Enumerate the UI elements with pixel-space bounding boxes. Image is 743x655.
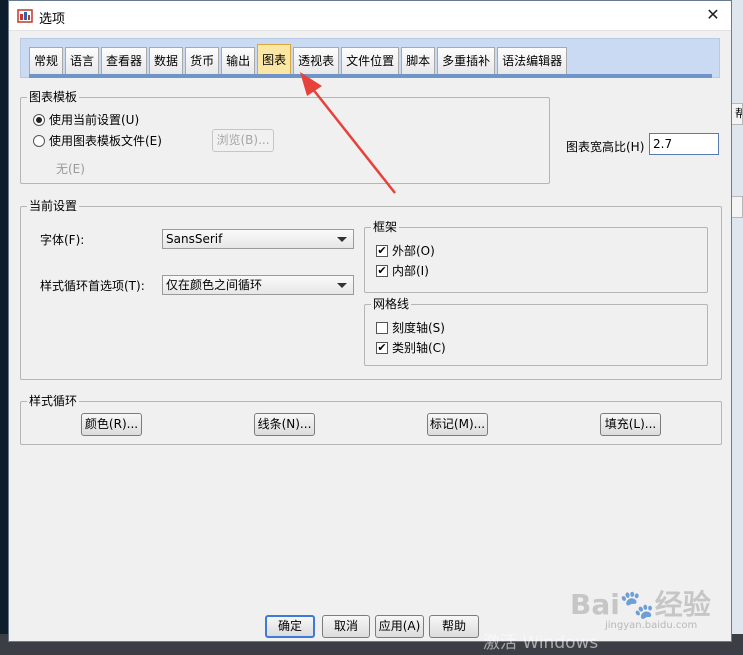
close-icon: ✕ bbox=[706, 5, 720, 24]
checkbox-empty-indicator bbox=[376, 321, 388, 334]
close-button[interactable]: ✕ bbox=[695, 1, 731, 31]
frame-group-label: 框架 bbox=[371, 220, 400, 234]
chevron-down-icon bbox=[337, 283, 347, 288]
lines-button[interactable]: 线条(N)... bbox=[254, 413, 315, 436]
tab-2[interactable]: 查看器 bbox=[101, 47, 148, 74]
frame-outer-checkbox[interactable]: ✔ 外部(O) bbox=[376, 242, 435, 259]
gridlines-group-label: 网格线 bbox=[371, 297, 412, 311]
checkmark-icon: ✔ bbox=[376, 340, 388, 354]
tab-7[interactable]: 透视表 bbox=[293, 47, 340, 74]
activate-windows-watermark: 激活 Windows bbox=[483, 633, 599, 653]
scale-axis-checkbox[interactable]: 刻度轴(S) bbox=[376, 319, 445, 336]
baidu-text: Bai bbox=[570, 588, 620, 621]
colors-button[interactable]: 颜色(R)... bbox=[81, 413, 142, 436]
category-axis-checkbox[interactable]: ✔ 类别轴(C) bbox=[376, 339, 446, 356]
frame-inner-label: 内部(I) bbox=[392, 264, 429, 278]
frame-inner-checkbox[interactable]: ✔ 内部(I) bbox=[376, 262, 429, 279]
tab-11[interactable]: 语法编辑器 bbox=[497, 47, 568, 74]
help-button[interactable]: 帮助 bbox=[429, 615, 479, 638]
use-current-settings-radio[interactable]: 使用当前设置(U) bbox=[33, 111, 139, 128]
style-cycles-label: 样式循环 bbox=[27, 394, 80, 408]
tab-strip: 常规 语言 查看器 数据 货币 输出 图表 透视表 文件位置 脚本 多重插补 语法编辑器 bbox=[20, 38, 720, 78]
apply-button[interactable]: 应用(A) bbox=[375, 615, 424, 638]
category-axis-label: 类别轴(C) bbox=[392, 341, 446, 355]
radio-selected-indicator bbox=[33, 113, 45, 126]
baidu-url-watermark: jingyan.baidu.com bbox=[605, 620, 698, 631]
checkmark-icon: ✔ bbox=[376, 243, 388, 257]
options-dialog: 选项 ✕ 常规 语言 查看器 数据 货币 输出 图表 透视表 文件位置 脚本 多重插补 语法编辑器 图… bbox=[8, 0, 732, 642]
tab-3[interactable]: 数据 bbox=[149, 47, 184, 74]
frame-group: 框架 bbox=[364, 220, 708, 293]
font-dropdown[interactable]: SansSerif bbox=[162, 229, 354, 249]
font-dropdown-value: SansSerif bbox=[166, 232, 223, 246]
radio-unselected-indicator bbox=[33, 134, 45, 147]
use-template-file-radio[interactable]: 使用图表模板文件(E) bbox=[33, 132, 162, 149]
chart-template-label: 图表模板 bbox=[27, 90, 80, 104]
font-label: 字体(F): bbox=[40, 233, 85, 247]
baidu-text-2: 经验 bbox=[654, 588, 711, 621]
tab-6[interactable]: 图表 bbox=[257, 44, 292, 74]
tab-9[interactable]: 脚本 bbox=[401, 47, 436, 74]
cancel-button[interactable]: 取消 bbox=[322, 615, 370, 638]
baidu-logo-watermark: Bai🐾经验 bbox=[570, 588, 711, 621]
checkmark-icon: ✔ bbox=[376, 263, 388, 277]
spss-app-icon bbox=[17, 9, 33, 23]
fills-button[interactable]: 填充(L)... bbox=[600, 413, 661, 436]
tab-0[interactable]: 常规 bbox=[29, 47, 64, 74]
tab-10[interactable]: 多重插补 bbox=[437, 47, 496, 74]
title-bar: 选项 ✕ bbox=[9, 1, 731, 31]
aspect-ratio-input[interactable]: 2.7 bbox=[649, 133, 719, 155]
style-cycle-dropdown[interactable]: 仅在颜色之间循环 bbox=[162, 275, 354, 295]
tab-8[interactable]: 文件位置 bbox=[341, 47, 400, 74]
template-file-none: 无(E) bbox=[56, 162, 85, 176]
chevron-down-icon bbox=[337, 237, 347, 242]
browse-button[interactable]: 浏览(B)... bbox=[212, 129, 274, 152]
tab-list: 常规 语言 查看器 数据 货币 输出 图表 透视表 文件位置 脚本 多重插补 语法编辑器 bbox=[29, 44, 569, 74]
tab-4[interactable]: 货币 bbox=[185, 47, 220, 74]
current-settings-label: 当前设置 bbox=[27, 199, 80, 213]
style-cycle-label: 样式循环首选项(T): bbox=[40, 279, 145, 293]
use-current-settings-label: 使用当前设置(U) bbox=[49, 113, 140, 127]
tab-1[interactable]: 语言 bbox=[65, 47, 100, 74]
frame-outer-label: 外部(O) bbox=[392, 244, 435, 258]
ok-button[interactable]: 确定 bbox=[265, 615, 315, 638]
window-title: 选项 bbox=[39, 12, 66, 27]
style-cycle-dropdown-value: 仅在颜色之间循环 bbox=[166, 278, 263, 292]
aspect-ratio-label: 图表宽高比(H) bbox=[566, 140, 645, 154]
markers-button[interactable]: 标记(M)... bbox=[427, 413, 488, 436]
use-template-file-label: 使用图表模板文件(E) bbox=[49, 134, 162, 148]
tab-underline bbox=[29, 74, 712, 78]
tab-5[interactable]: 输出 bbox=[221, 47, 256, 74]
scale-axis-label: 刻度轴(S) bbox=[392, 321, 445, 335]
